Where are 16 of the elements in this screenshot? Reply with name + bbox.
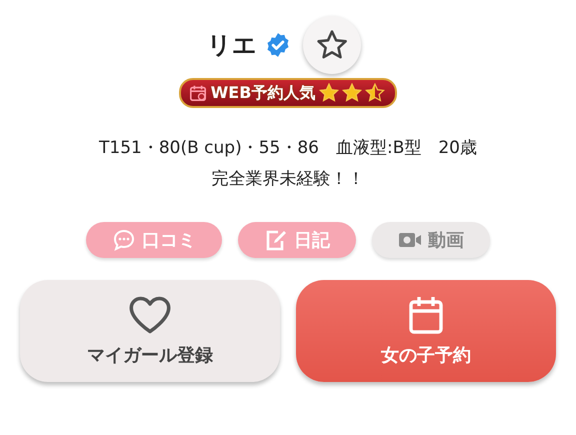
edit-icon [264, 228, 288, 252]
review-button[interactable]: 口コミ [86, 222, 222, 258]
star-icon [365, 83, 386, 103]
heart-icon [128, 295, 172, 335]
catchphrase: 完全業界未経験！！ [212, 168, 364, 190]
badge-label: WEB予約人気 [210, 82, 316, 104]
my-girl-button[interactable]: マイガール登録 [20, 280, 280, 382]
speech-bubble-icon [112, 228, 136, 252]
calendar-icon [188, 84, 207, 102]
profile-stats: T151・80(B cup)・55・86 血液型:B型 20歳 [99, 137, 477, 159]
profile-name: リエ [207, 30, 257, 61]
diary-button[interactable]: 日記 [238, 222, 356, 258]
star-icon [342, 83, 362, 103]
star-icon [319, 83, 340, 103]
favorite-button[interactable] [303, 16, 361, 74]
reserve-button[interactable]: 女の子予約 [296, 280, 556, 382]
